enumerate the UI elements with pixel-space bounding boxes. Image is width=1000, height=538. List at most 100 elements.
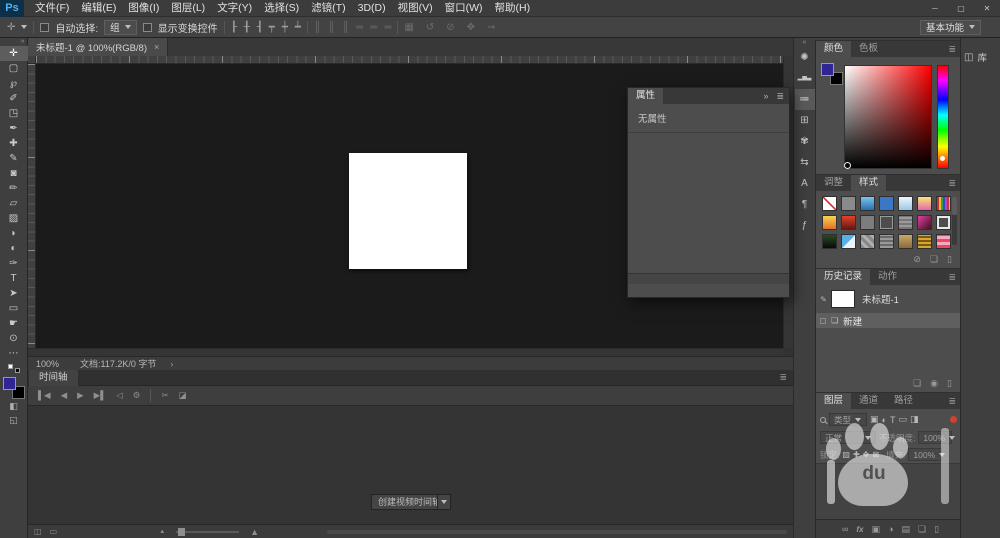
menu-type[interactable]: 文字(Y) bbox=[211, 0, 258, 17]
split-clip-icon[interactable]: ✂ bbox=[161, 390, 168, 401]
status-expand-icon[interactable]: › bbox=[170, 359, 173, 369]
style-swatch[interactable] bbox=[860, 234, 875, 249]
lock-transparency-icon[interactable]: ▨ bbox=[842, 450, 850, 459]
rectangular-marquee-tool[interactable]: ▢ bbox=[0, 61, 28, 76]
styles-scrollbar[interactable] bbox=[952, 197, 957, 245]
delete-state-icon[interactable]: ▯ bbox=[947, 378, 952, 389]
color-picker-marker[interactable] bbox=[844, 162, 851, 169]
new-document-from-state-icon[interactable]: ❏ bbox=[913, 378, 921, 389]
audio-mute-icon[interactable]: ◁ bbox=[116, 390, 123, 401]
lock-position-icon[interactable]: ✥ bbox=[863, 450, 870, 459]
zoom-tool[interactable]: ⊙ bbox=[0, 331, 28, 346]
tab-adjustments[interactable]: 调整 bbox=[816, 175, 851, 191]
rectangle-tool[interactable]: ▭ bbox=[0, 301, 28, 316]
auto-align-icon[interactable]: ▦ bbox=[404, 22, 413, 33]
blend-mode-dropdown[interactable]: 正常 bbox=[820, 431, 876, 444]
timeline-corner-icon-2[interactable]: ▭ bbox=[50, 527, 58, 536]
timeline-corner-icon-1[interactable]: ◫ bbox=[34, 527, 42, 536]
timeline-zoom-slider[interactable] bbox=[176, 531, 239, 533]
tab-color[interactable]: 颜色 bbox=[816, 41, 851, 57]
screen-mode-icon[interactable]: ◱ bbox=[0, 413, 28, 427]
menu-3d[interactable]: 3D(D) bbox=[352, 0, 392, 17]
tab-paths[interactable]: 路径 bbox=[886, 393, 921, 409]
menu-window[interactable]: 窗口(W) bbox=[439, 0, 489, 17]
clear-style-icon[interactable]: ⊘ bbox=[913, 254, 921, 265]
blur-tool[interactable]: ◗ bbox=[0, 226, 28, 241]
previous-frame-icon[interactable]: ◀ bbox=[61, 390, 68, 401]
style-swatch[interactable] bbox=[841, 215, 856, 230]
path-selection-tool[interactable]: ➤ bbox=[0, 286, 28, 301]
distribute-bottom-icon[interactable]: ═ bbox=[384, 22, 391, 33]
layer-mask-icon[interactable]: ▣ bbox=[872, 524, 881, 535]
style-swatch[interactable] bbox=[936, 215, 951, 230]
distribute-top-icon[interactable]: ═ bbox=[356, 22, 363, 33]
menu-filter[interactable]: 滤镜(T) bbox=[305, 0, 351, 17]
hand-tool[interactable]: ☛ bbox=[0, 316, 28, 331]
document-canvas[interactable] bbox=[349, 153, 467, 269]
saturation-brightness-field[interactable] bbox=[844, 65, 932, 169]
menu-image[interactable]: 图像(I) bbox=[122, 0, 165, 17]
default-colors-icon[interactable] bbox=[8, 364, 20, 373]
filter-toggle-icon[interactable] bbox=[950, 416, 957, 423]
foreground-color-swatch[interactable] bbox=[3, 377, 16, 390]
filter-adjustment-layers-icon[interactable]: ◐ bbox=[882, 415, 887, 425]
edit-toolbar-icon[interactable]: ⋯ bbox=[0, 346, 28, 361]
style-swatch[interactable] bbox=[936, 234, 951, 249]
menu-view[interactable]: 视图(V) bbox=[392, 0, 439, 17]
adjustments-panel-icon[interactable]: ✺ bbox=[795, 47, 815, 68]
style-swatch[interactable] bbox=[822, 215, 837, 230]
first-frame-icon[interactable]: ▌◀ bbox=[38, 390, 51, 401]
adjustment-layer-icon[interactable]: ◑ bbox=[888, 524, 893, 534]
panel-menu-icon[interactable]: ≣ bbox=[776, 88, 784, 104]
style-swatch[interactable] bbox=[917, 196, 932, 211]
clone-source-panel-icon[interactable]: ⇆ bbox=[795, 152, 815, 173]
layers-list[interactable] bbox=[816, 463, 961, 525]
tab-actions[interactable]: 动作 bbox=[870, 269, 905, 285]
history-snapshot-row[interactable]: ✎ 未标题-1 bbox=[816, 287, 961, 311]
zoom-out-frames-icon[interactable]: ▲ bbox=[159, 529, 165, 535]
foreground-color-swatch[interactable] bbox=[821, 63, 834, 76]
menu-select[interactable]: 选择(S) bbox=[258, 0, 305, 17]
panel-menu-icon[interactable]: ≣ bbox=[948, 269, 960, 285]
menu-edit[interactable]: 编辑(E) bbox=[75, 0, 122, 17]
slide-3d-icon[interactable]: ➙ bbox=[487, 22, 495, 33]
drag-3d-icon[interactable]: ✥ bbox=[467, 22, 475, 33]
spot-healing-brush-tool[interactable]: ✚ bbox=[0, 136, 28, 151]
style-swatch[interactable] bbox=[822, 234, 837, 249]
collapse-dock-icon[interactable]: « bbox=[794, 38, 816, 47]
delete-style-icon[interactable]: ▯ bbox=[947, 254, 952, 265]
tab-history[interactable]: 历史记录 bbox=[816, 269, 870, 285]
navigator-panel-icon[interactable]: ⊞ bbox=[795, 110, 815, 131]
glyphs-panel-icon[interactable]: ƒ bbox=[795, 215, 815, 236]
style-swatch[interactable] bbox=[898, 234, 913, 249]
panel-menu-icon[interactable]: ≣ bbox=[948, 41, 960, 57]
style-swatch[interactable] bbox=[860, 215, 875, 230]
hue-slider-marker[interactable] bbox=[940, 156, 945, 161]
link-layers-icon[interactable]: ∞ bbox=[842, 524, 848, 534]
style-swatch[interactable] bbox=[841, 196, 856, 211]
auto-select-checkbox[interactable] bbox=[40, 23, 49, 32]
style-swatch[interactable] bbox=[822, 196, 837, 211]
filter-shape-layers-icon[interactable]: ▭ bbox=[898, 414, 907, 425]
hue-slider[interactable] bbox=[937, 65, 949, 169]
new-group-icon[interactable]: ▤ bbox=[902, 524, 911, 535]
filter-smart-objects-icon[interactable]: ◨ bbox=[910, 414, 919, 425]
zoom-in-frames-icon[interactable]: ▲ bbox=[250, 527, 259, 537]
fill-dropdown[interactable]: 100% bbox=[908, 448, 942, 461]
character-panel-icon[interactable]: A bbox=[795, 173, 815, 194]
timeline-scrollbar[interactable] bbox=[327, 530, 787, 534]
lock-pixels-icon[interactable]: ✚ bbox=[853, 450, 860, 459]
distribute-left-icon[interactable]: ║ bbox=[314, 22, 321, 33]
clone-stamp-tool[interactable]: ◙ bbox=[0, 166, 28, 181]
snapshot-thumbnail[interactable] bbox=[831, 290, 855, 308]
collapse-toolbar-icon[interactable]: » bbox=[0, 38, 28, 46]
move-tool[interactable]: ✛ bbox=[0, 46, 28, 61]
history-brush-source-icon[interactable]: ✎ bbox=[816, 295, 831, 304]
eraser-tool[interactable]: ▱ bbox=[0, 196, 28, 211]
quick-selection-tool[interactable]: ✐ bbox=[0, 91, 28, 106]
lasso-tool[interactable]: ℘ bbox=[0, 76, 28, 91]
history-source-well[interactable] bbox=[820, 318, 826, 324]
style-swatch[interactable] bbox=[879, 234, 894, 249]
tab-properties[interactable]: 属性 bbox=[628, 88, 663, 104]
zoom-level-field[interactable]: 100% bbox=[36, 359, 66, 369]
